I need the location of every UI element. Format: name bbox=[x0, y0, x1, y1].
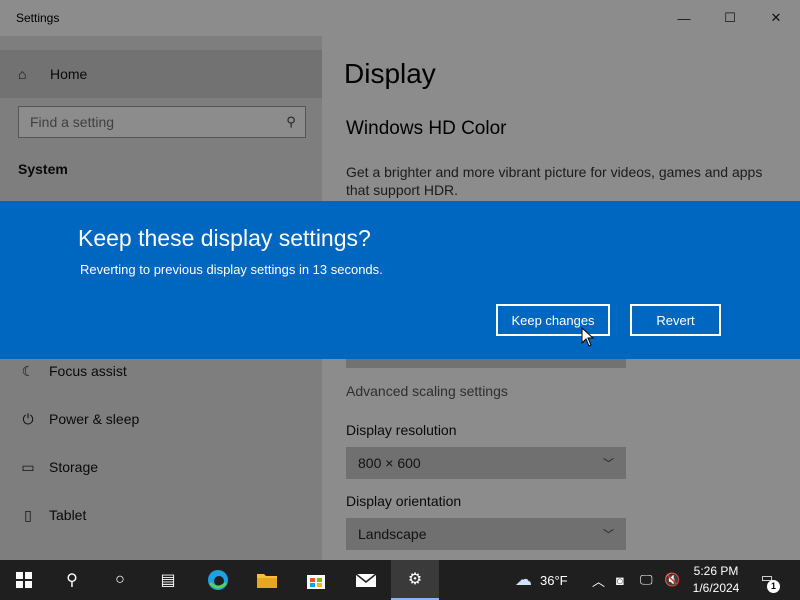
file-explorer-icon[interactable] bbox=[243, 560, 291, 600]
clock-date: 1/6/2024 bbox=[692, 581, 740, 595]
mail-icon[interactable] bbox=[342, 560, 390, 600]
volume-muted-icon[interactable]: 🔇 bbox=[664, 560, 680, 600]
chevron-down-icon: ﹀ bbox=[603, 458, 614, 470]
minimize-button[interactable]: — bbox=[661, 0, 707, 36]
resolution-label: Display resolution bbox=[346, 422, 457, 438]
chevron-down-icon: ﹀ bbox=[603, 529, 614, 541]
clock[interactable]: 5:26 PM 1/6/2024 bbox=[688, 563, 744, 597]
section-title: System bbox=[18, 161, 68, 177]
sidebar-item-home[interactable]: ⌂ Home bbox=[0, 50, 322, 98]
keep-settings-dialog: Keep these display settings? Reverting t… bbox=[0, 201, 800, 359]
close-button[interactable]: ✕ bbox=[753, 0, 799, 36]
sidebar-item-label: Focus assist bbox=[49, 363, 127, 379]
dialog-title: Keep these display settings? bbox=[78, 225, 371, 251]
maximize-button[interactable]: ☐ bbox=[707, 0, 753, 36]
taskbar: ⚲ ○ ▤ ⚙ ☁ 36°F ︿ ◙ 🖵 🔇 5:26 PM 1/6/2024 … bbox=[0, 560, 800, 600]
cortana-icon[interactable]: ○ bbox=[96, 560, 144, 600]
orientation-dropdown[interactable]: Landscape ﹀ bbox=[346, 518, 626, 550]
search-icon[interactable]: ⚲ bbox=[277, 114, 305, 130]
weather-widget[interactable]: ☁ 36°F bbox=[515, 560, 568, 600]
store-icon[interactable] bbox=[292, 560, 340, 600]
weather-cloud-icon: ☁ bbox=[515, 570, 532, 589]
settings-icon[interactable]: ⚙ bbox=[391, 560, 439, 600]
title-bar: Settings — ☐ ✕ bbox=[0, 0, 800, 36]
home-icon: ⌂ bbox=[18, 66, 27, 82]
search-icon[interactable]: ⚲ bbox=[48, 560, 96, 600]
search-box[interactable]: ⚲ bbox=[18, 106, 306, 138]
edge-icon[interactable] bbox=[194, 560, 242, 600]
sidebar-item-storage[interactable]: ▭ Storage bbox=[0, 445, 322, 489]
page-title: Display bbox=[344, 58, 436, 89]
show-hidden-icons-icon[interactable]: ︿ bbox=[592, 560, 605, 600]
sidebar-item-label: Storage bbox=[49, 459, 99, 475]
hdr-description: Get a brighter and more vibrant picture … bbox=[346, 164, 763, 198]
dialog-message: Reverting to previous display settings i… bbox=[80, 262, 383, 277]
sidebar-item-power-sleep[interactable]: ⏻ Power & sleep bbox=[0, 397, 322, 441]
power-icon: ⏻ bbox=[22, 410, 34, 427]
hdr-heading: Windows HD Color bbox=[346, 118, 507, 139]
resolution-value: 800 × 600 bbox=[358, 455, 421, 471]
weather-temp: 36°F bbox=[540, 572, 568, 588]
start-icon[interactable] bbox=[0, 560, 48, 600]
orientation-label: Display orientation bbox=[346, 493, 462, 509]
notification-count: 1 bbox=[767, 580, 780, 593]
clock-time: 5:26 PM bbox=[693, 564, 739, 578]
orientation-value: Landscape bbox=[358, 526, 427, 542]
revert-button[interactable]: Revert bbox=[630, 304, 721, 336]
moon-icon: ☾ bbox=[21, 362, 35, 379]
network-icon[interactable]: 🖵 bbox=[640, 560, 653, 600]
sidebar-item-label: Tablet bbox=[49, 507, 87, 523]
mouse-cursor-icon bbox=[581, 327, 595, 347]
sidebar-item-label: Power & sleep bbox=[49, 411, 140, 427]
storage-icon: ▭ bbox=[21, 458, 35, 475]
home-label: Home bbox=[50, 66, 88, 82]
camera-icon[interactable]: ◙ bbox=[616, 560, 624, 600]
tablet-icon: ▯ bbox=[24, 506, 32, 523]
advanced-scaling-link[interactable]: Advanced scaling settings bbox=[346, 383, 508, 399]
resolution-dropdown[interactable]: 800 × 600 ﹀ bbox=[346, 447, 626, 479]
search-input[interactable] bbox=[19, 114, 277, 130]
window-title: Settings bbox=[16, 11, 60, 25]
task-view-icon[interactable]: ▤ bbox=[144, 560, 192, 600]
sidebar-item-tablet[interactable]: ▯ Tablet bbox=[0, 493, 322, 537]
